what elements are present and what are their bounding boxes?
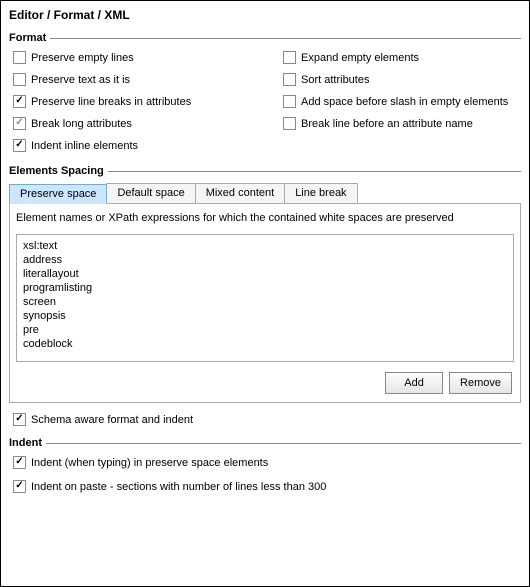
format-left-column: Preserve empty lines Preserve text as it … [9,50,279,153]
format-left-4-label: Indent inline elements [31,140,138,152]
format-right-3-checkbox[interactable] [283,117,296,130]
indent-1-row: Indent on paste - sections with number o… [13,479,521,494]
tab-line-break[interactable]: Line break [284,183,357,203]
divider [108,171,521,172]
format-left-1-label: Preserve text as it is [31,74,130,86]
list-item[interactable]: xsl:text [23,239,507,253]
format-right-3-row: Break line before an attribute name [283,116,521,131]
format-right-0-checkbox[interactable] [283,51,296,64]
tab-mixed-content[interactable]: Mixed content [195,183,285,203]
format-right-1-label: Sort attributes [301,74,369,86]
list-item[interactable]: pre [23,323,507,337]
indent-0-checkbox[interactable] [13,456,26,469]
list-item[interactable]: synopsis [23,309,507,323]
elements-spacing-title: Elements Spacing [9,165,104,177]
tab-default-space[interactable]: Default space [106,183,195,203]
format-right-0-label: Expand empty elements [301,52,419,64]
divider [50,38,521,39]
format-left-3-label: Break long attributes [31,118,132,130]
button-row: Add Remove [16,362,514,396]
tab-content: Element names or XPath expressions for w… [9,204,521,403]
format-left-1-checkbox[interactable] [13,73,26,86]
format-right-2-row: Add space before slash in empty elements [283,94,521,109]
list-item[interactable]: screen [23,295,507,309]
schema-aware-checkbox[interactable] [13,413,26,426]
format-right-0-row: Expand empty elements [283,50,521,65]
format-right-2-checkbox[interactable] [283,95,296,108]
list-item[interactable]: codeblock [23,337,507,351]
preserve-space-listbox[interactable]: xsl:textaddressliterallayoutprogramlisti… [16,234,514,362]
format-left-4-checkbox[interactable] [13,139,26,152]
format-left-0-label: Preserve empty lines [31,52,134,64]
breadcrumb: Editor / Format / XML [9,6,521,28]
indent-1-checkbox[interactable] [13,480,26,493]
remove-button[interactable]: Remove [449,372,512,394]
format-group: Format Preserve empty lines Preserve text… [9,32,521,153]
tabs-bar: Preserve spaceDefault spaceMixed content… [9,183,521,204]
indent-0-label: Indent (when typing) in preserve space e… [31,457,268,469]
format-left-2-checkbox[interactable] [13,95,26,108]
indent-0-row: Indent (when typing) in preserve space e… [13,455,521,470]
indent-options-column: Indent (when typing) in preserve space e… [9,455,521,494]
format-group-title: Format [9,32,46,44]
tab-description: Element names or XPath expressions for w… [16,210,514,234]
indent-group: Indent Indent (when typing) in preserve … [9,437,521,494]
elements-spacing-header: Elements Spacing [9,165,521,177]
format-options-grid: Preserve empty lines Preserve text as it … [9,50,521,153]
format-right-1-row: Sort attributes [283,72,521,87]
format-right-1-checkbox[interactable] [283,73,296,86]
format-left-4-row: Indent inline elements [13,138,279,153]
schema-aware-label: Schema aware format and indent [31,414,193,426]
list-item[interactable]: literallayout [23,267,507,281]
list-item[interactable]: address [23,253,507,267]
format-right-3-label: Break line before an attribute name [301,118,473,130]
schema-aware-row: Schema aware format and indent [9,403,521,429]
format-right-2-label: Add space before slash in empty elements [301,96,508,108]
tab-preserve-space[interactable]: Preserve space [9,184,107,204]
elements-spacing-group: Elements Spacing Preserve spaceDefault s… [9,165,521,429]
indent-group-header: Indent [9,437,521,449]
list-item[interactable]: programlisting [23,281,507,295]
format-left-1-row: Preserve text as it is [13,72,279,87]
format-left-2-row: Preserve line breaks in attributes [13,94,279,109]
indent-group-title: Indent [9,437,42,449]
divider [46,443,521,444]
preferences-panel: Editor / Format / XML Format Preserve em… [0,0,530,587]
format-group-header: Format [9,32,521,44]
format-left-2-label: Preserve line breaks in attributes [31,96,191,108]
format-left-3-checkbox[interactable] [13,117,26,130]
format-left-0-checkbox[interactable] [13,51,26,64]
format-left-3-row: Break long attributes [13,116,279,131]
add-button[interactable]: Add [385,372,443,394]
indent-1-label: Indent on paste - sections with number o… [31,481,326,493]
format-right-column: Expand empty elements Sort attributes Add … [279,50,521,153]
format-left-0-row: Preserve empty lines [13,50,279,65]
